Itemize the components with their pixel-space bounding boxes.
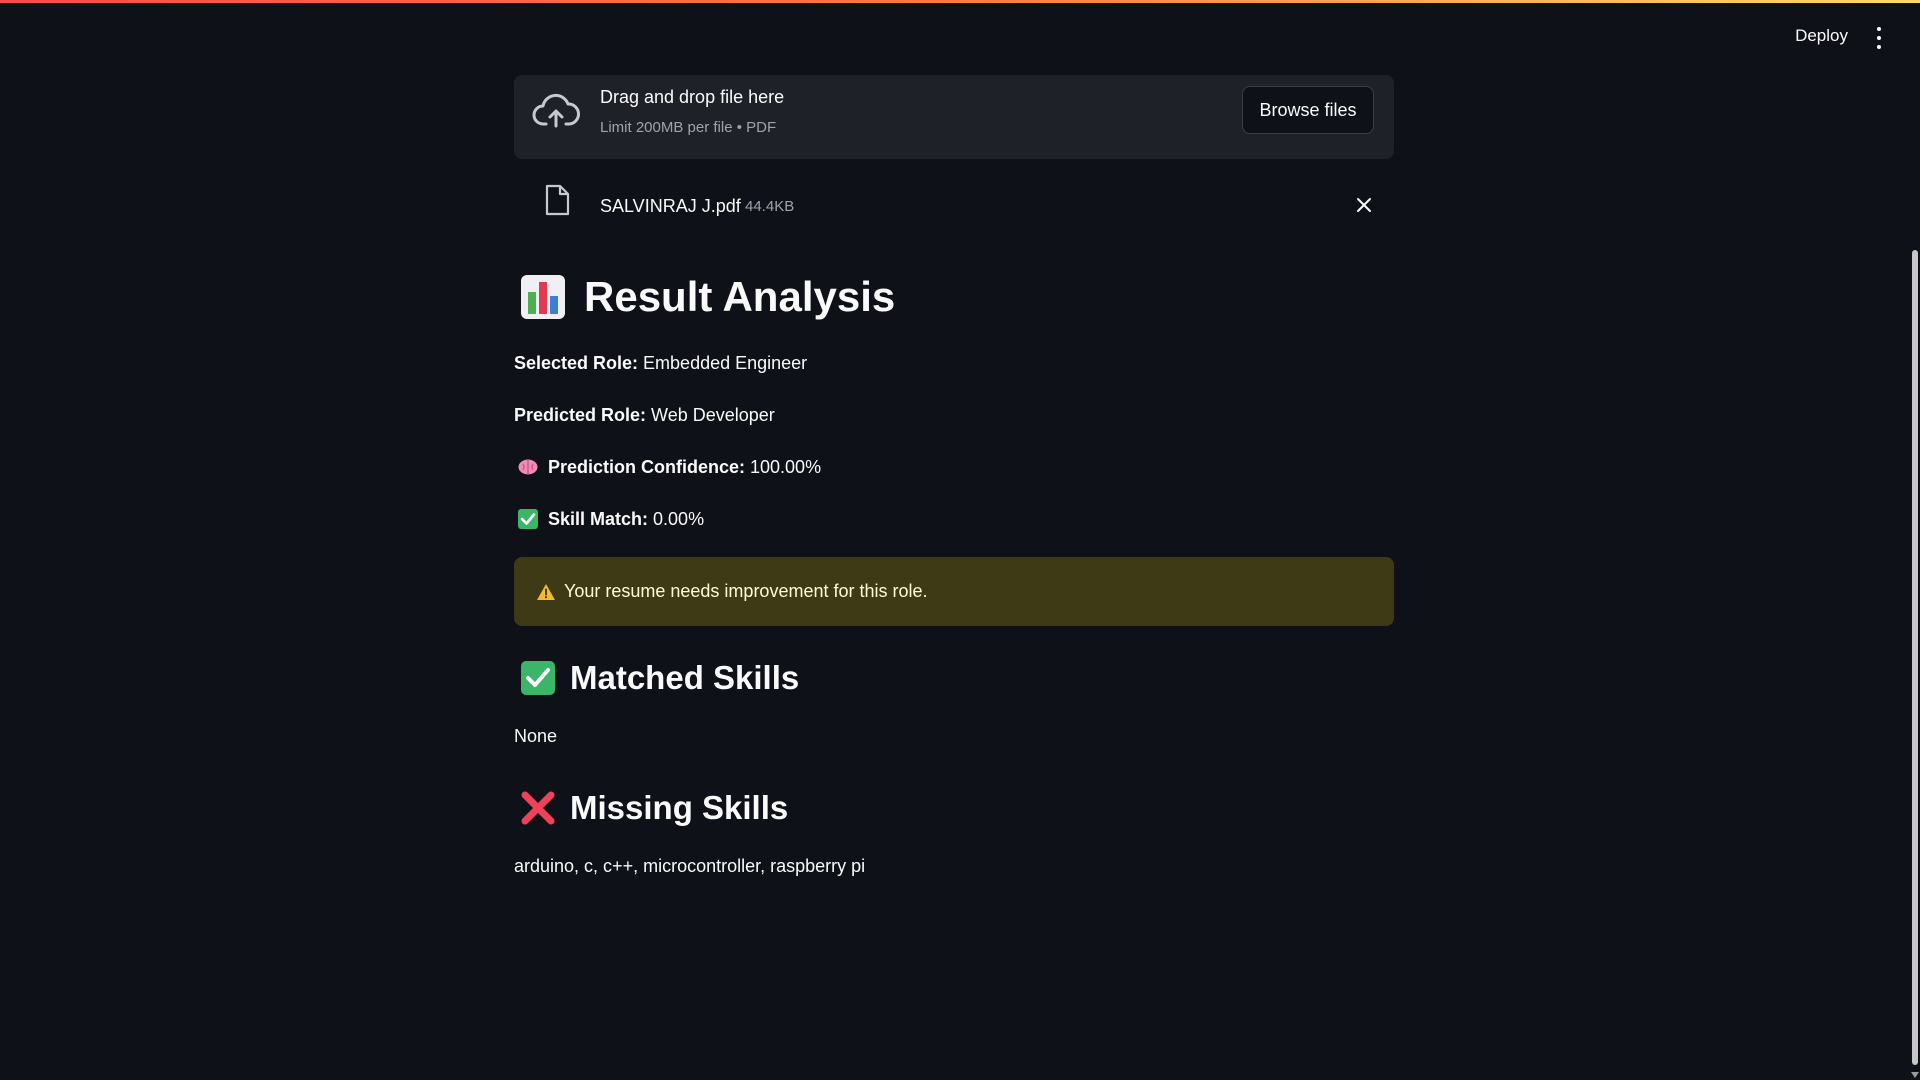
skill-match-line: Skill Match: 0.00% — [514, 493, 1394, 545]
brain-icon — [518, 459, 538, 475]
close-icon[interactable] — [1356, 197, 1372, 218]
result-analysis-heading: Result Analysis — [514, 267, 1394, 327]
vertical-scrollbar[interactable] — [1912, 250, 1918, 1065]
cloud-upload-icon — [532, 92, 580, 137]
matched-skills-list: None — [514, 725, 558, 746]
confidence-label: Prediction Confidence: — [548, 456, 746, 477]
selected-role-line: Selected Role: Embedded Engineer — [514, 337, 1394, 389]
confidence-value: 100.00% — [750, 456, 822, 477]
skill-match-value: 0.00% — [653, 508, 705, 529]
cross-mark-icon — [521, 791, 555, 825]
file-name: SALVINRAJ J.pdf — [600, 196, 741, 216]
file-icon — [544, 184, 570, 221]
missing-skills-list: arduino, c, c++, microcontroller, raspbe… — [514, 855, 866, 876]
missing-skills-heading: Missing Skills — [514, 782, 1394, 834]
file-size: 44.4KB — [745, 198, 795, 215]
predicted-role-value: Web Developer — [651, 404, 775, 425]
predicted-role-label: Predicted Role: — [514, 404, 647, 425]
predicted-role-line: Predicted Role: Web Developer — [514, 389, 1394, 441]
dropzone-title: Drag and drop file here — [600, 87, 785, 107]
file-dropzone[interactable]: Drag and drop file here Limit 200MB per … — [514, 75, 1394, 159]
check-mark-icon — [521, 661, 555, 695]
browse-files-button[interactable]: Browse files — [1242, 86, 1374, 134]
scroll-down-arrow-icon[interactable] — [1911, 1072, 1919, 1078]
warning-alert: Your resume needs improvement for this r… — [514, 557, 1394, 626]
warning-icon — [537, 583, 555, 600]
app-header: Deploy — [0, 0, 1920, 76]
matched-skills-heading: Matched Skills — [514, 652, 1394, 704]
dropzone-limit-text: Limit 200MB per file • PDF — [600, 119, 777, 136]
prediction-confidence-line: Prediction Confidence: 100.00% — [514, 441, 1394, 493]
warning-text: Your resume needs improvement for this r… — [564, 581, 928, 601]
main-content: Drag and drop file here Limit 200MB per … — [514, 75, 1394, 886]
matched-skills-title: Matched Skills — [570, 659, 800, 696]
page-title: Result Analysis — [584, 273, 896, 320]
skill-match-label: Skill Match: — [548, 508, 649, 529]
kebab-menu-icon[interactable] — [1872, 26, 1886, 50]
missing-skills-title: Missing Skills — [570, 789, 789, 826]
bar-chart-icon — [521, 275, 565, 319]
uploaded-file-row: SALVINRAJ J.pdf 44.4KB — [514, 159, 1394, 239]
deploy-button[interactable]: Deploy — [1795, 26, 1848, 46]
selected-role-label: Selected Role: — [514, 352, 639, 373]
check-mark-icon — [518, 509, 538, 529]
selected-role-value: Embedded Engineer — [643, 352, 808, 373]
